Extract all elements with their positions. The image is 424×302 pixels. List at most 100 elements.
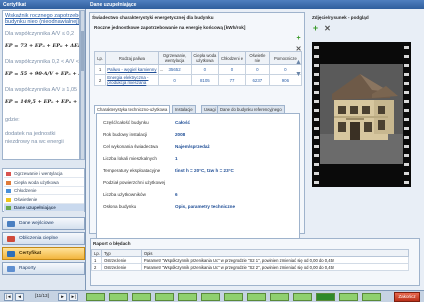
photo-preview[interactable] bbox=[312, 42, 411, 187]
error-cell: 1 bbox=[91, 256, 102, 264]
add-row-icon[interactable]: + bbox=[295, 35, 302, 42]
progress-segment[interactable] bbox=[247, 293, 266, 301]
error-report: Raport o błędach Lp. Typ Opis 1 Ostrzeżenie… bbox=[90, 238, 420, 286]
film-hole bbox=[314, 118, 319, 121]
energy-table-title: Roczne jednostkowe zapotrzebowanie na en… bbox=[94, 25, 246, 30]
module-item[interactable]: Ogrzewanie i wentylacja bbox=[4, 170, 84, 178]
module-item[interactable]: Ciepła woda użytkowa bbox=[4, 179, 84, 187]
table-cell[interactable]: Paliwo - węgiel kamienny bbox=[105, 64, 159, 75]
table-cell[interactable]: 0 bbox=[245, 64, 270, 75]
table-cell[interactable]: 1 bbox=[93, 64, 107, 75]
property-value[interactable]: Całość bbox=[175, 120, 190, 125]
certificate-frame-title: Świadectwo charakterystyki energetycznej… bbox=[92, 15, 214, 20]
module-label: Chłodzenie bbox=[14, 188, 37, 193]
progress-segment[interactable] bbox=[316, 293, 335, 301]
module-icon bbox=[6, 189, 11, 193]
error-row[interactable]: 2 Ostrzeżenie Parametr "Współczynnik przen… bbox=[91, 263, 410, 271]
progress-segment[interactable] bbox=[109, 293, 128, 301]
property-value[interactable]: tinst h = 20°C, tzw h = 23°C bbox=[175, 168, 234, 173]
progress-segment[interactable] bbox=[201, 293, 220, 301]
certificate-frame: Świadectwo charakterystyki energetycznej… bbox=[89, 12, 305, 243]
film-hole bbox=[314, 136, 319, 139]
column-header: Ciepła woda użytkowa bbox=[190, 51, 220, 65]
table-cell[interactable]: 77 bbox=[218, 74, 246, 86]
error-row[interactable]: 1 Ostrzeżenie Parametr "Współczynnik przen… bbox=[91, 256, 410, 264]
last-page-button[interactable]: ►| bbox=[69, 293, 78, 301]
nav-button[interactable]: Certyfikat bbox=[2, 247, 85, 260]
table-cell[interactable]: 6237 bbox=[245, 74, 270, 86]
cell-value: 8105 bbox=[199, 77, 210, 83]
ellipsis-button[interactable]: ... bbox=[160, 67, 164, 72]
table-row[interactable]: 2 Energia elektryczna - produkcja mieszan… bbox=[93, 74, 303, 86]
film-hole bbox=[314, 64, 319, 67]
delete-photo-icon[interactable]: ✕ bbox=[324, 25, 331, 33]
nav-button[interactable]: Obliczenia cieplne bbox=[2, 232, 85, 245]
film-hole bbox=[314, 55, 319, 58]
progress-segment[interactable] bbox=[362, 293, 381, 301]
module-item[interactable]: Oświetlenie bbox=[4, 196, 84, 204]
formula-line: budynku nieo (nieodnawialnej) bbox=[5, 19, 80, 25]
formula-line: dodatek na jednostki bbox=[5, 131, 56, 137]
progress-segment[interactable] bbox=[270, 293, 289, 301]
house-image bbox=[320, 64, 403, 164]
progress-segment[interactable] bbox=[224, 293, 243, 301]
table-cell[interactable]: 8105 bbox=[190, 74, 220, 86]
move-up-icon[interactable]: ▲ bbox=[295, 59, 302, 66]
property-value[interactable]: Najem/sprzedaż bbox=[175, 144, 210, 149]
tab[interactable]: Uwagi bbox=[201, 105, 219, 113]
error-column-header: Opis bbox=[140, 249, 410, 257]
page-indicator: [11/13] bbox=[35, 293, 49, 298]
progress-segment[interactable] bbox=[339, 293, 358, 301]
tab[interactable]: Instalacje bbox=[172, 105, 196, 113]
film-hole bbox=[404, 91, 409, 94]
progress-segment[interactable] bbox=[86, 293, 105, 301]
cell-value: 0 bbox=[173, 77, 176, 83]
formula-scrollbar[interactable] bbox=[80, 10, 85, 160]
nav-button[interactable]: Dane wejściowe bbox=[2, 217, 85, 230]
column-header: Lp. bbox=[93, 51, 107, 65]
error-cell: Parametr "Współczynnik przenikania Uc" w… bbox=[140, 263, 410, 271]
film-hole bbox=[404, 136, 409, 139]
property-value[interactable]: Opis, parametry techniczne bbox=[175, 204, 235, 209]
module-icon bbox=[6, 172, 11, 176]
property-value[interactable]: 1 bbox=[175, 156, 178, 161]
module-item[interactable]: Chłodzenie bbox=[4, 187, 84, 195]
main-title: Dane uzupełniające bbox=[86, 0, 424, 9]
tab[interactable]: Dane do budynku referencyjnego bbox=[217, 105, 285, 113]
property-label: Osłona budynku bbox=[103, 204, 137, 209]
nav-button[interactable]: Raporty bbox=[2, 262, 85, 275]
property-value[interactable]: 6 bbox=[175, 192, 178, 197]
module-item[interactable]: Dane uzupełniające bbox=[4, 204, 84, 212]
formula-viewer: Wskaźnik rocznego zapotrzebowaniabudynku… bbox=[2, 10, 80, 160]
progress-segment[interactable] bbox=[178, 293, 197, 301]
cell-value: 0 bbox=[284, 67, 287, 72]
property-label: Temperatury eksploatacyjne bbox=[103, 168, 161, 173]
next-page-button[interactable]: ► bbox=[58, 293, 67, 301]
table-cell[interactable]: 0 bbox=[157, 74, 192, 86]
end-button[interactable]: Zakończ bbox=[394, 292, 420, 302]
nav-icon bbox=[7, 251, 15, 257]
move-down-icon[interactable]: ▼ bbox=[295, 71, 302, 78]
first-page-button[interactable]: |◄ bbox=[4, 293, 13, 301]
column-header: Ogrzewanie, wentylacja bbox=[157, 51, 192, 65]
table-cell[interactable]: 2 bbox=[93, 74, 107, 86]
nav-label: Raporty bbox=[19, 266, 36, 271]
progress-segment[interactable] bbox=[132, 293, 151, 301]
progress-segment[interactable] bbox=[155, 293, 174, 301]
nav-label: Certyfikat bbox=[19, 251, 42, 256]
progress-segment[interactable] bbox=[293, 293, 312, 301]
scrollbar-thumb[interactable] bbox=[81, 31, 84, 71]
delete-row-icon[interactable]: ✕ bbox=[295, 46, 302, 53]
table-cell[interactable]: 0 bbox=[218, 64, 246, 75]
add-photo-icon[interactable]: + bbox=[312, 24, 319, 33]
prev-page-button[interactable]: ◄ bbox=[15, 293, 24, 301]
table-cell[interactable]: 35652... bbox=[157, 64, 192, 75]
property-label: Liczba użytkowników bbox=[103, 192, 146, 197]
energy-table-header: Lp. Rodzaj paliwa Ogrzewanie, wentylacja Ci… bbox=[93, 51, 303, 65]
property-value[interactable]: 2008 bbox=[175, 132, 185, 137]
table-cell[interactable]: Energia elektryczna - produkcja mieszana bbox=[105, 74, 159, 86]
photo-title: Zdjęcie/rysunek - podgląd bbox=[312, 15, 369, 20]
table-row[interactable]: 1 Paliwo - węgiel kamienny 35652... 0 0 0 0 bbox=[93, 64, 303, 75]
table-cell[interactable]: 0 bbox=[190, 64, 220, 75]
film-hole bbox=[314, 91, 319, 94]
